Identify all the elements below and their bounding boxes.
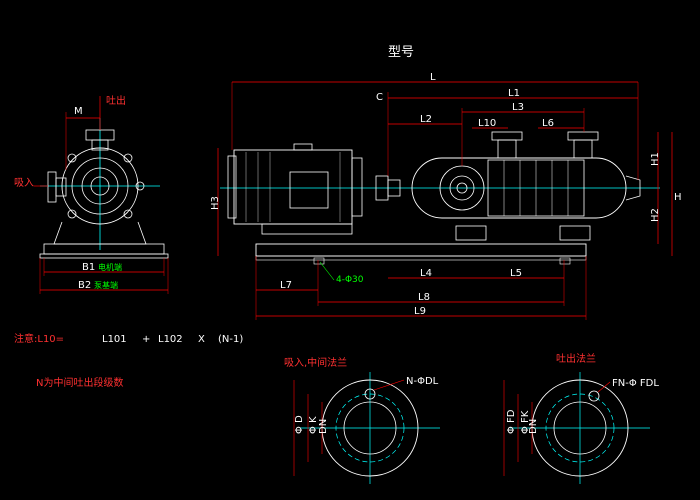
dim-H1: H1 [650, 152, 661, 166]
svg-text:Φ D: Φ D [294, 415, 305, 434]
svg-text:(N-1): (N-1) [218, 334, 243, 345]
svg-text:DN: DN [528, 419, 539, 434]
dim-B1: B1 [82, 262, 95, 273]
dim-L1: L1 [508, 88, 520, 99]
outlet-label: 吐出 [106, 94, 126, 107]
dim-L8: L8 [418, 292, 430, 303]
dim-C: C [376, 92, 383, 103]
dim-L10: L10 [478, 118, 496, 129]
svg-text:+: + [142, 334, 150, 345]
svg-text:Φ FD: Φ FD [506, 409, 517, 434]
formula: 注意:L10= L101 + L102 X (N-1) [14, 332, 243, 345]
dim-B2-note: 泵基端 [94, 280, 118, 290]
dim-H2: H2 [650, 208, 661, 222]
note-text: N为中间吐出段级数 [36, 376, 123, 389]
svg-text:L101: L101 [102, 334, 127, 345]
dim-B2: B2 [78, 280, 91, 291]
holes-label: 4-Φ30 [336, 275, 364, 285]
motor-body [233, 149, 353, 225]
svg-text:DN: DN [318, 419, 329, 434]
svg-text:X: X [198, 334, 205, 345]
drawing-title: 型号 [388, 45, 414, 60]
outlet-flange: 吐出法兰 FN-Φ FDL Φ FD Φ FK DN [503, 352, 659, 484]
inlet-holes: N-ΦDL [406, 376, 439, 387]
dim-L9: L9 [414, 306, 426, 317]
front-view: L L1 C L3 L2 L10 L6 H3 H1 H2 H L4 L5 L7 … [210, 72, 682, 320]
inlet-label: 吸入 [14, 178, 34, 189]
inlet-flange-title: 吸入,中间法兰 [284, 356, 347, 369]
dim-L7: L7 [280, 280, 292, 291]
side-view: M 吐出 吸入 B1 电机端 B2 泵基端 [14, 94, 169, 294]
dim-L6: L6 [542, 118, 554, 129]
dim-M: M [74, 106, 83, 117]
svg-text:L102: L102 [158, 334, 183, 345]
inlet-flange: 吸入,中间法兰 N-ΦDL Φ D Φ K DN [284, 356, 440, 484]
svg-text:注意:L10=: 注意:L10= [14, 332, 64, 345]
dim-L2: L2 [420, 114, 432, 125]
pump-drawing: 型号 M 吐出 吸入 B1 电机端 B2 泵基端 L L1 C L3 L2 L1… [14, 45, 682, 484]
dim-B1-note: 电机端 [98, 262, 122, 272]
dim-L4: L4 [420, 268, 432, 279]
dim-L5: L5 [510, 268, 522, 279]
outlet-holes: FN-Φ FDL [612, 378, 659, 389]
base-plate [255, 243, 587, 257]
outlet-flange-title: 吐出法兰 [556, 352, 596, 365]
dim-L3: L3 [512, 102, 524, 113]
dim-H: H [674, 192, 682, 203]
dim-H3: H3 [210, 196, 221, 210]
dim-L: L [430, 72, 436, 83]
